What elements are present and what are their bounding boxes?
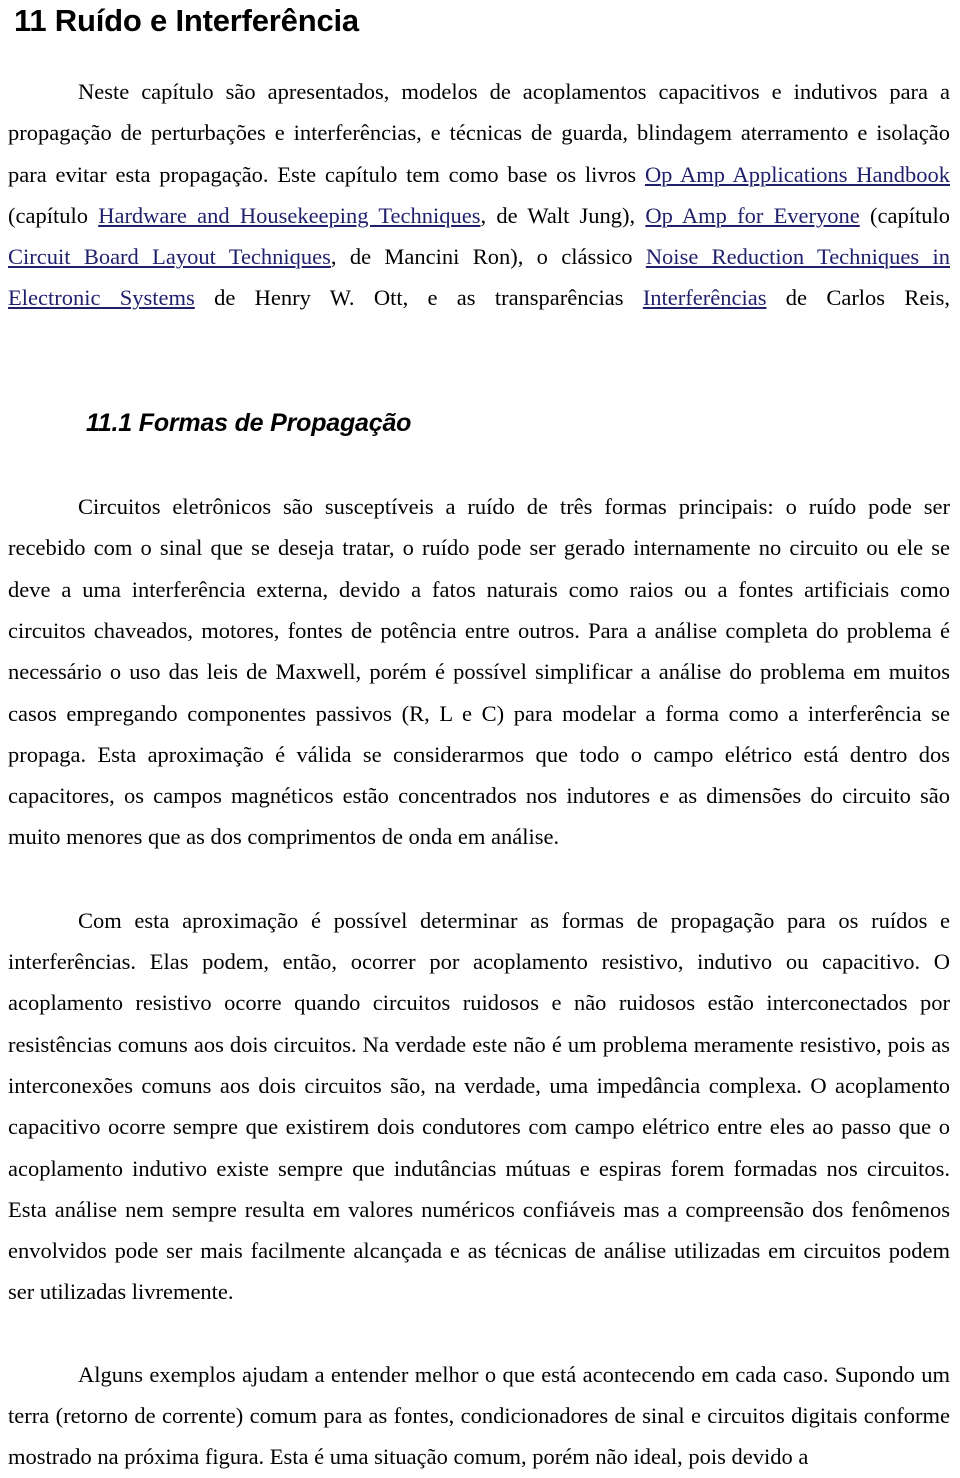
- page-title: 11 Ruído e Interferência: [14, 3, 359, 38]
- paragraph-acoplamentos: Com esta aproximação é possível determin…: [8, 907, 950, 1305]
- title-spacer: [8, 40, 950, 71]
- paragraph-exemplos: Alguns exemplos ajudam a entender melhor…: [8, 1361, 950, 1470]
- intro-paragraph: Neste capítulo são apresentados, modelos…: [8, 71, 950, 360]
- intro-text-4: (capítulo: [859, 202, 950, 228]
- link-hardware-and-housekeeping-techniques[interactable]: Hardware and Housekeeping Techniques: [98, 203, 480, 228]
- intro-spacer: [8, 360, 950, 407]
- document-page: 11 Ruído e Interferência Neste capítulo …: [0, 2, 960, 1469]
- link-op-amp-applications-handbook[interactable]: Op Amp Applications Handbook: [645, 162, 950, 187]
- intro-text-7: de Carlos Reis,: [766, 285, 950, 311]
- intro-text-5: , de Mancini Ron), o clássico: [330, 244, 646, 270]
- intro-text-3: , de Walt Jung),: [480, 202, 646, 228]
- link-op-amp-for-everyone[interactable]: Op Amp for Everyone: [645, 203, 859, 228]
- link-circuit-board-layout-techniques[interactable]: Circuit Board Layout Techniques: [8, 244, 331, 269]
- paragraph-spacer-2: [8, 1313, 950, 1354]
- section-heading-11-1: 11.1 Formas de Propagação: [86, 409, 412, 438]
- paragraph-formas-propagacao: Circuitos eletrônicos são susceptíveis a…: [8, 494, 950, 850]
- intro-text-2: (capítulo: [8, 202, 99, 228]
- link-interferencias[interactable]: Interferências: [643, 285, 767, 310]
- paragraph-spacer-1: [8, 858, 950, 900]
- intro-text-6: de Henry W. Ott, e as transparências: [194, 285, 643, 311]
